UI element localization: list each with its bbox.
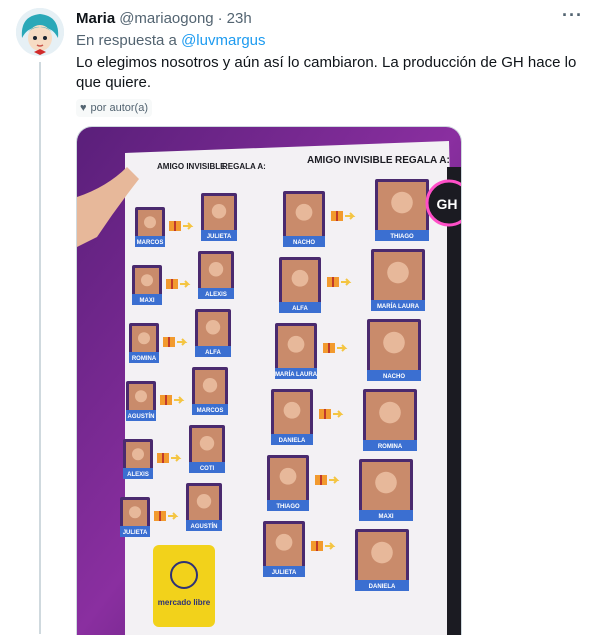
card-left-receiver-2: ALFA bbox=[195, 309, 231, 357]
timestamp[interactable]: 23h bbox=[227, 10, 252, 27]
author-handle[interactable]: @mariaogong bbox=[119, 10, 213, 27]
svg-text:COTI: COTI bbox=[200, 466, 215, 472]
card-right-receiver-0: THIAGO bbox=[375, 179, 429, 241]
liked-by-author-badge: ♥ por autor(a) bbox=[76, 99, 153, 117]
svg-text:JULIETA: JULIETA bbox=[207, 234, 232, 240]
svg-text:THIAGO: THIAGO bbox=[276, 504, 300, 510]
card-left-receiver-0: JULIETA bbox=[201, 193, 237, 241]
svg-text:AGUSTÍN: AGUSTÍN bbox=[128, 412, 155, 420]
tweet-text: Lo elegimos nosotros y aún así lo cambia… bbox=[76, 54, 577, 91]
card-right-receiver-2: NACHO bbox=[367, 319, 421, 381]
avatar[interactable] bbox=[16, 8, 64, 56]
heart-icon: ♥ bbox=[80, 102, 87, 114]
gh-logo-text: GH bbox=[437, 196, 458, 212]
svg-text:MARÍA LAURA: MARÍA LAURA bbox=[275, 370, 318, 378]
svg-text:ALEXIS: ALEXIS bbox=[127, 472, 149, 478]
card-right-receiver-3: ROMINA bbox=[363, 389, 417, 451]
secret-friend-board-photo: AMIGO INVISIBLEREGALA A:AMIGO INVISIBLE R… bbox=[77, 127, 461, 635]
tweet-header: Maria @mariaogong · 23h bbox=[76, 8, 582, 28]
svg-text:ROMINA: ROMINA bbox=[132, 356, 157, 362]
board-header-3: REGALA A: bbox=[395, 155, 450, 166]
svg-text:ROMINA: ROMINA bbox=[378, 444, 403, 450]
card-right-giver-0: NACHO bbox=[283, 191, 325, 247]
svg-text:JULIETA: JULIETA bbox=[123, 530, 148, 536]
sponsor-badge: mercado libre bbox=[153, 545, 215, 627]
svg-text:NACHO: NACHO bbox=[293, 240, 315, 246]
more-horizontal-icon[interactable]: ··· bbox=[562, 6, 582, 28]
svg-text:MAXI: MAXI bbox=[379, 514, 394, 520]
svg-text:MAXI: MAXI bbox=[140, 298, 155, 304]
svg-text:ALFA: ALFA bbox=[292, 306, 308, 312]
card-right-receiver-4: MAXI bbox=[359, 459, 413, 521]
board-header-1: REGALA A: bbox=[222, 162, 266, 171]
reply-prefix: En respuesta a bbox=[76, 32, 177, 49]
card-left-giver-5: JULIETA bbox=[120, 497, 150, 537]
card-left-giver-3: AGUSTÍN bbox=[126, 381, 156, 421]
card-left-receiver-5: AGUSTÍN bbox=[186, 483, 222, 531]
sponsor-box bbox=[153, 545, 215, 627]
svg-text:DANIELA: DANIELA bbox=[279, 438, 306, 444]
liked-by-author-label: por autor(a) bbox=[90, 102, 149, 114]
svg-text:NACHO: NACHO bbox=[383, 374, 405, 380]
thread-line bbox=[39, 62, 41, 634]
tweet-media-photo[interactable]: AMIGO INVISIBLE REGALA A: AMIGO INVISIBLE R… bbox=[76, 126, 462, 635]
board-stand bbox=[447, 167, 461, 635]
card-right-receiver-5: DANIELA bbox=[355, 529, 409, 591]
gh-logo: GH bbox=[425, 179, 461, 227]
card-left-receiver-4: COTI bbox=[189, 425, 225, 473]
author-name[interactable]: Maria bbox=[76, 10, 115, 27]
svg-text:THIAGO: THIAGO bbox=[390, 234, 414, 240]
board-header-0: AMIGO INVISIBLE bbox=[157, 162, 226, 171]
svg-text:ALEXIS: ALEXIS bbox=[205, 292, 227, 298]
reply-context: En respuesta a @luvmargus bbox=[76, 32, 582, 49]
svg-text:MARÍA LAURA: MARÍA LAURA bbox=[377, 302, 420, 310]
tweet[interactable]: Maria @mariaogong · 23h ··· En respuesta… bbox=[76, 6, 582, 117]
svg-text:AGUSTÍN: AGUSTÍN bbox=[191, 522, 218, 530]
card-left-giver-1: MAXI bbox=[132, 265, 162, 305]
svg-text:ALFA: ALFA bbox=[205, 350, 221, 356]
separator-dot: · bbox=[217, 9, 223, 27]
card-right-giver-2: MARÍA LAURA bbox=[275, 323, 318, 379]
card-right-receiver-1: MARÍA LAURA bbox=[371, 249, 425, 311]
card-right-giver-1: ALFA bbox=[279, 257, 321, 313]
reply-mention-link[interactable]: @luvmargus bbox=[181, 32, 265, 49]
card-right-giver-4: THIAGO bbox=[267, 455, 309, 511]
svg-text:DANIELA: DANIELA bbox=[369, 584, 396, 590]
card-right-giver-3: DANIELA bbox=[271, 389, 313, 445]
board-header-2: AMIGO INVISIBLE bbox=[307, 155, 393, 166]
card-left-giver-4: ALEXIS bbox=[123, 439, 153, 479]
svg-text:JULIETA: JULIETA bbox=[272, 570, 297, 576]
card-left-giver-0: MARCOS bbox=[135, 207, 165, 247]
card-left-receiver-3: MARCOS bbox=[192, 367, 228, 415]
sponsor-label: mercado libre bbox=[158, 598, 211, 607]
card-left-receiver-1: ALEXIS bbox=[198, 251, 234, 299]
svg-text:MARCOS: MARCOS bbox=[137, 240, 164, 246]
card-left-giver-2: ROMINA bbox=[129, 323, 159, 363]
svg-text:MARCOS: MARCOS bbox=[197, 408, 224, 414]
card-right-giver-5: JULIETA bbox=[263, 521, 305, 577]
